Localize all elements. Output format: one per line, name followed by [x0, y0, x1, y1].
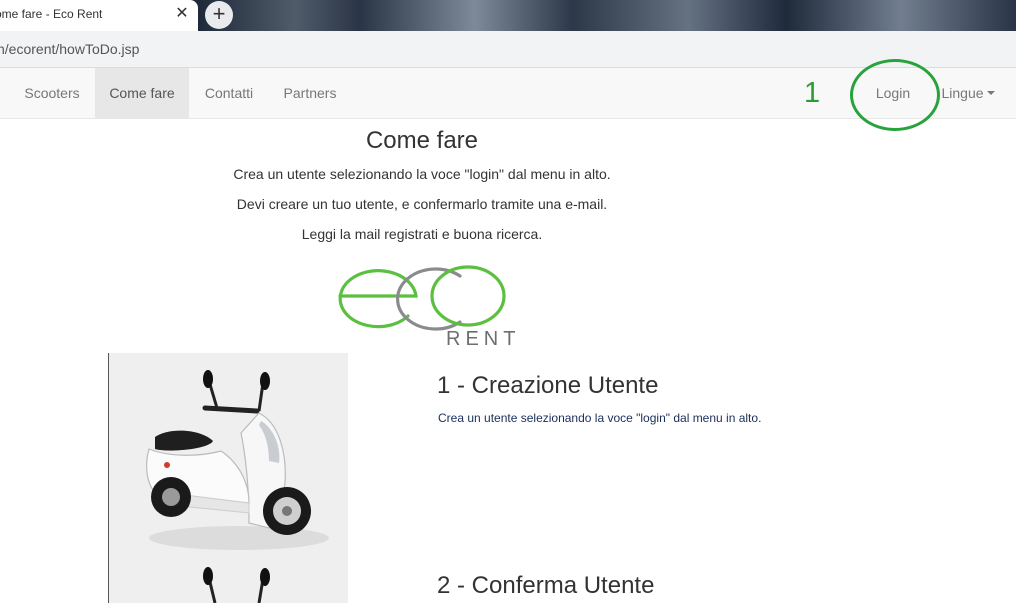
- languages-label: Lingue: [941, 85, 984, 101]
- nav-item-come-fare[interactable]: Come fare: [95, 68, 189, 118]
- scooter-illustration: [146, 370, 329, 603]
- nav-item-partners[interactable]: Partners: [269, 68, 351, 118]
- scooter-image: [108, 353, 348, 603]
- annotation-step-number: 1: [804, 77, 821, 109]
- tab-title: ome fare - Eco Rent: [0, 7, 103, 21]
- browser-tabstrip: ome fare - Eco Rent ✕ +: [0, 0, 1016, 31]
- logo-rent-text: RENT: [446, 328, 521, 350]
- new-tab-button[interactable]: +: [205, 1, 233, 29]
- instruction-line: Crea un utente selezionando la voce "log…: [233, 166, 611, 182]
- tabstrip-background: [196, 0, 1016, 31]
- page-title: Come fare: [365, 127, 479, 154]
- step-title: 2 - Conferma Utente: [437, 572, 655, 599]
- caret-down-icon: [986, 91, 995, 96]
- url-text[interactable]: h/ecorent/howToDo.jsp: [0, 41, 139, 57]
- nav-item-scooters[interactable]: Scooters: [10, 68, 94, 118]
- nav-item-contatti[interactable]: Contatti: [190, 68, 268, 118]
- close-tab-icon[interactable]: ✕: [174, 4, 190, 24]
- instruction-line: Leggi la mail registrati e buona ricerca…: [301, 226, 543, 242]
- annotation-circle: [850, 59, 940, 131]
- languages-dropdown[interactable]: Lingue: [935, 68, 1001, 118]
- browser-tab[interactable]: ome fare - Eco Rent ✕: [0, 0, 198, 31]
- step-title: 1 - Creazione Utente: [437, 372, 659, 399]
- instruction-line: Devi creare un tuo utente, e confermarlo…: [236, 196, 608, 212]
- address-bar[interactable]: h/ecorent/howToDo.jsp: [0, 31, 1016, 68]
- step-description: Crea un utente selezionando la voce "log…: [438, 411, 762, 425]
